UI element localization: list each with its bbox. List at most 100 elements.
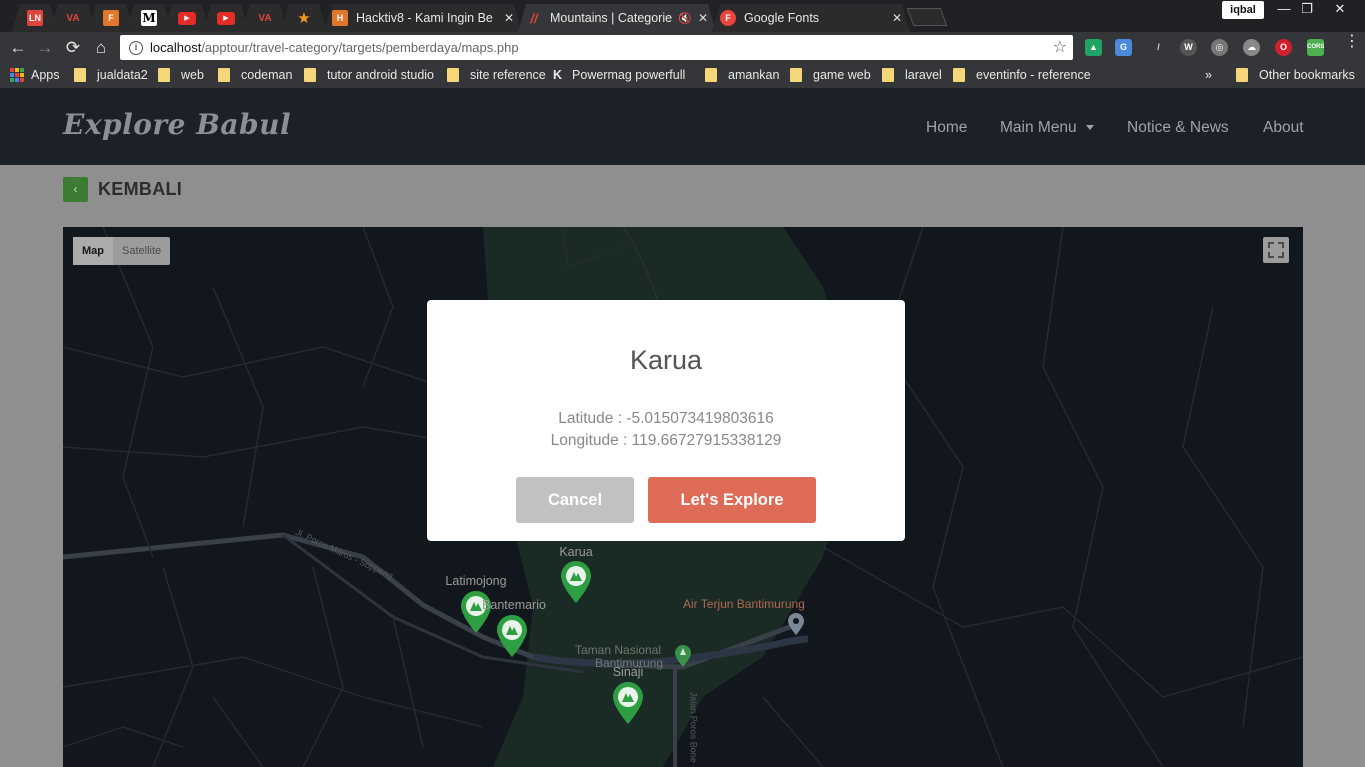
pinned-tab-2[interactable]: VA <box>50 4 96 32</box>
bookmark-web[interactable]: web <box>158 68 204 82</box>
bookmark-tutor-android-studio[interactable]: tutor android studio <box>304 68 434 82</box>
slash-logo-icon: // <box>530 10 538 26</box>
google-fonts-icon: F <box>720 10 736 26</box>
bookmark-laravel[interactable]: laravel <box>882 68 942 82</box>
bookmark-eventinfo[interactable]: eventinfo - reference <box>953 68 1091 82</box>
bookmark-label: eventinfo - reference <box>976 68 1091 82</box>
google-translate-icon[interactable]: G <box>1115 39 1132 56</box>
google-drive-icon[interactable]: ▲ <box>1085 39 1102 56</box>
bookmark-label: tutor android studio <box>327 68 435 82</box>
nav-home[interactable]: Home <box>926 119 967 137</box>
bookmark-label: Other bookmarks <box>1259 68 1355 82</box>
powermag-icon: K <box>553 68 563 82</box>
pinned-tab-4[interactable]: M <box>126 4 172 32</box>
pinned-tab-3[interactable]: F <box>88 4 134 32</box>
tab-title: Google Fonts <box>744 11 820 25</box>
pinned-tab-5[interactable]: ▶ <box>164 4 210 32</box>
forward-arrow-icon[interactable]: → <box>34 37 56 59</box>
bookmarks-bar: Apps jualdata2 web codeman tutor android… <box>0 63 1365 89</box>
globe-icon[interactable]: ◎ <box>1211 39 1228 56</box>
close-window-button[interactable]: ✕ <box>1324 0 1356 18</box>
opera-icon[interactable]: O <box>1275 39 1292 56</box>
mute-icon[interactable]: 🔇 <box>678 12 692 25</box>
bookmark-star-icon[interactable]: ☆ <box>1053 37 1067 57</box>
tab-google-fonts[interactable]: F Google Fonts ✕ <box>712 4 910 32</box>
tab-title: Mountains | Categorie <box>550 11 673 25</box>
bookmark-codeman[interactable]: codeman <box>218 68 292 82</box>
fox-icon: F <box>103 10 119 26</box>
pinned-tab-7[interactable]: VA <box>242 4 288 32</box>
chevron-left-icon[interactable]: ‹ <box>63 177 88 202</box>
pinned-tab-8[interactable]: ★ <box>281 4 327 32</box>
mountain-marker-icon[interactable] <box>613 682 643 724</box>
cors-icon[interactable]: CORS <box>1307 39 1324 56</box>
marker-label-sinaji: Sinaji <box>612 665 644 679</box>
folder-icon <box>953 68 965 82</box>
close-icon[interactable]: ✕ <box>504 11 514 25</box>
map-type-satellite[interactable]: Satellite <box>113 237 170 265</box>
nav-main-menu[interactable]: Main Menu <box>1000 119 1094 137</box>
fox-icon: H <box>332 10 348 26</box>
pen-icon[interactable]: / <box>1150 39 1167 56</box>
bookmark-other[interactable]: Other bookmarks <box>1236 68 1355 82</box>
pinned-tab-1[interactable]: LN <box>12 4 58 32</box>
bookmark-label: site reference <box>470 68 546 82</box>
bookmark-jualdata2[interactable]: jualdata2 <box>74 68 148 82</box>
cloud-icon[interactable]: ☁ <box>1243 39 1260 56</box>
folder-icon <box>218 68 230 82</box>
youtube-icon: ▶ <box>217 12 235 25</box>
close-icon[interactable]: ✕ <box>698 11 708 25</box>
site-header: Explore Babul Home Main Menu Notice & Ne… <box>0 89 1365 165</box>
map-type-map[interactable]: Map <box>73 237 113 265</box>
back-arrow-icon[interactable]: ← <box>7 37 29 59</box>
bookmark-label: game web <box>813 68 871 82</box>
back-link[interactable]: ‹ KEMBALI <box>63 177 182 202</box>
marker-label-bantemario: Bantemario <box>482 598 546 612</box>
profile-button[interactable]: iqbal <box>1222 1 1264 19</box>
browser-toolbar: ← → ⟳ ⌂ i localhost/apptour/travel-categ… <box>0 32 1365 63</box>
cancel-button[interactable]: Cancel <box>516 477 634 523</box>
bookmark-game-web[interactable]: game web <box>790 68 871 82</box>
bookmark-powermag[interactable]: K Powermag powerfull <box>553 68 685 82</box>
address-bar[interactable]: i localhost/apptour/travel-category/targ… <box>120 35 1073 60</box>
folder-icon <box>790 68 802 82</box>
lets-explore-button[interactable]: Let's Explore <box>648 477 816 523</box>
nav-about[interactable]: About <box>1263 119 1304 137</box>
folder-icon <box>705 68 717 82</box>
tab-mountains[interactable]: // Mountains | Categorie 🔇 ✕ <box>518 4 716 32</box>
marker-label-karua: Karua <box>559 545 593 559</box>
wordpress-icon[interactable]: W <box>1180 39 1197 56</box>
bookmark-amankan[interactable]: amankan <box>705 68 779 82</box>
new-tab-button[interactable] <box>906 8 948 26</box>
bookmark-label: amankan <box>728 68 780 82</box>
restore-button[interactable]: ❐ <box>1291 0 1323 18</box>
bookmarks-overflow-button[interactable]: » <box>1205 68 1212 82</box>
mountain-marker-icon[interactable] <box>561 561 591 603</box>
laracasts-icon: VA <box>66 12 80 24</box>
pinned-tab-6[interactable]: ▶ <box>203 4 249 32</box>
folder-icon <box>74 68 86 82</box>
folder-icon <box>158 68 170 82</box>
map-pin-icon[interactable] <box>788 613 804 635</box>
medium-icon: M <box>142 11 156 25</box>
bookmark-apps[interactable]: Apps <box>10 68 60 82</box>
fullscreen-icon[interactable] <box>1263 237 1289 263</box>
home-icon[interactable]: ⌂ <box>90 37 112 59</box>
back-label[interactable]: KEMBALI <box>98 179 182 200</box>
folder-icon <box>447 68 459 82</box>
browser-menu-icon[interactable]: ⋮ <box>1344 34 1360 57</box>
nav-notice-news[interactable]: Notice & News <box>1127 119 1229 137</box>
marker-label-latimojong: Latimojong <box>445 574 507 588</box>
bookmark-label: Powermag powerfull <box>572 68 686 82</box>
close-icon[interactable]: ✕ <box>892 11 902 25</box>
site-logo[interactable]: Explore Babul <box>63 108 291 141</box>
mountain-marker-icon[interactable] <box>497 615 527 657</box>
info-icon[interactable]: i <box>129 40 143 55</box>
bookmark-site-reference[interactable]: site reference <box>447 68 546 82</box>
reload-icon[interactable]: ⟳ <box>62 37 84 59</box>
folder-icon <box>1236 68 1248 82</box>
tab-hacktiv8[interactable]: H Hacktiv8 - Kami Ingin Be ✕ <box>324 4 522 32</box>
youtube-icon: ▶ <box>178 12 196 25</box>
apps-grid-icon <box>10 68 24 82</box>
park-pin-icon[interactable] <box>675 645 691 667</box>
